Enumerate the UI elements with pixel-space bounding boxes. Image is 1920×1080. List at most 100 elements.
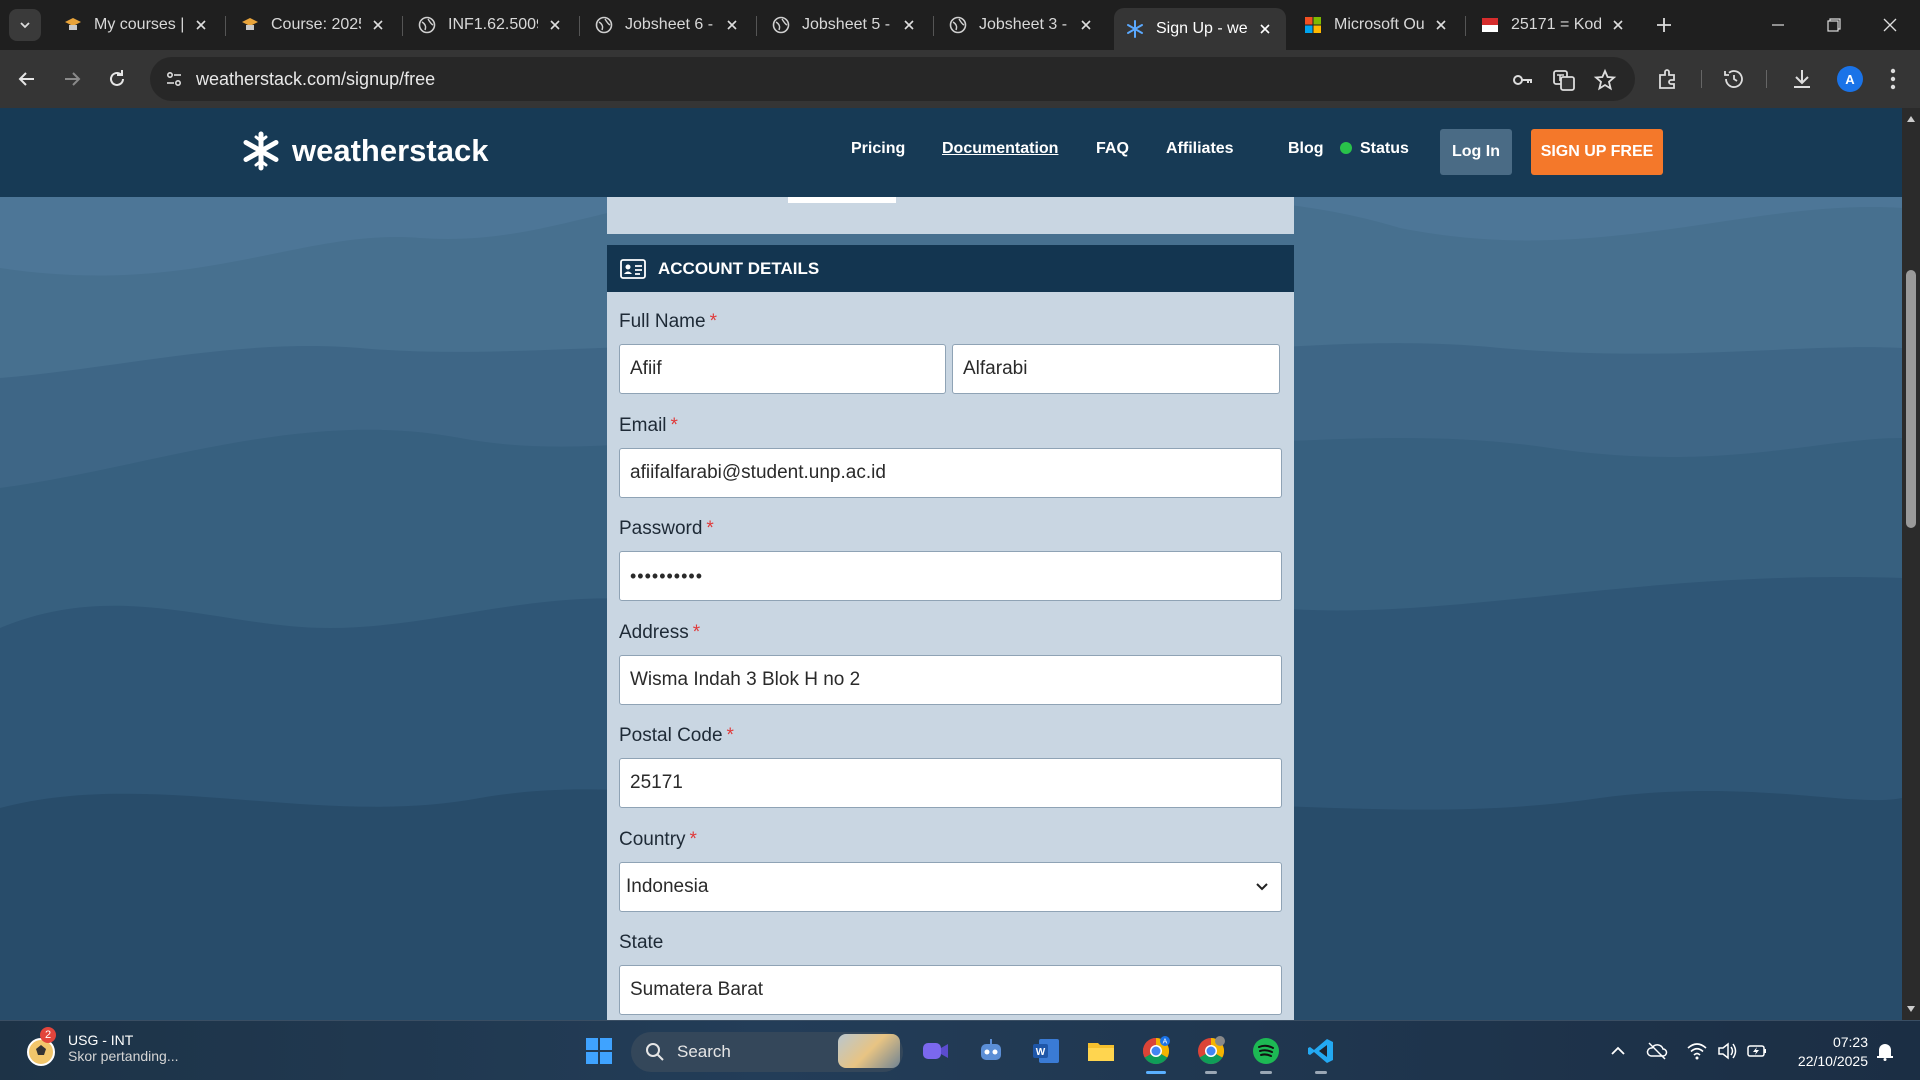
site-header: weatherstack Pricing Documentation FAQ A…	[0, 108, 1902, 197]
taskbar-app-chrome-profile-2[interactable]	[1191, 1031, 1231, 1074]
restore-button[interactable]	[1806, 0, 1862, 50]
signup-free-button[interactable]: SIGN UP FREE	[1531, 129, 1663, 175]
taskbar-app-copilot[interactable]	[971, 1031, 1011, 1071]
new-tab-button[interactable]	[1652, 13, 1676, 37]
close-window-button[interactable]	[1862, 0, 1918, 50]
search-highlight-image	[838, 1034, 900, 1068]
email-input[interactable]: afiifalfarabi@student.unp.ac.id	[619, 448, 1282, 498]
widget-title: USG - INT	[68, 1032, 134, 1048]
nav-affiliates[interactable]: Affiliates	[1166, 140, 1234, 158]
microsoft-icon	[1304, 16, 1322, 34]
snowflake-logo-icon	[243, 131, 279, 171]
browser-tab-jobsheet-5[interactable]: Jobsheet 5 - V	[760, 6, 930, 44]
taskbar-app-word[interactable]: W	[1026, 1031, 1066, 1071]
weatherstack-logo[interactable]: weatherstack	[240, 130, 488, 172]
scroll-up-icon[interactable]	[1906, 114, 1916, 124]
bookmark-star-icon[interactable]	[1593, 68, 1617, 92]
close-icon[interactable]	[369, 16, 387, 34]
news-widget[interactable]: 2 USG - INT Skor pertanding...	[24, 1027, 179, 1066]
nav-blog[interactable]: Blog	[1288, 140, 1324, 158]
nav-status[interactable]: Status	[1340, 140, 1409, 158]
close-icon[interactable]	[723, 16, 741, 34]
browser-tab-postal-code[interactable]: 25171 = Kod	[1469, 6, 1639, 44]
back-arrow-icon	[18, 72, 34, 86]
moodle-hat-icon	[241, 16, 259, 34]
nav-faq[interactable]: FAQ	[1096, 140, 1129, 158]
taskbar-app-file-explorer[interactable]	[1081, 1031, 1121, 1071]
previous-section-card	[607, 197, 1294, 234]
reload-button[interactable]	[102, 64, 132, 94]
spotify-icon	[1253, 1038, 1279, 1064]
cloud-sync-off-icon[interactable]	[1646, 1040, 1668, 1062]
windows-taskbar: 2 USG - INT Skor pertanding... Search W …	[0, 1020, 1920, 1080]
video-chat-icon	[923, 1043, 948, 1059]
full-name-label: Full Name *	[619, 311, 717, 332]
nav-documentation[interactable]: Documentation	[942, 140, 1058, 158]
page-scrollbar[interactable]	[1902, 108, 1920, 1020]
search-icon	[646, 1043, 664, 1061]
wifi-icon[interactable]	[1686, 1040, 1708, 1062]
minimize-button[interactable]	[1750, 0, 1806, 50]
country-select[interactable]: Indonesia	[619, 862, 1282, 912]
svg-text:W: W	[1036, 1047, 1046, 1058]
browser-tab-inf[interactable]: INF1.62.5009	[406, 6, 576, 44]
taskbar-app-meet[interactable]	[915, 1031, 955, 1071]
password-label: Password *	[619, 518, 714, 539]
login-button[interactable]: Log In	[1440, 129, 1512, 175]
close-icon[interactable]	[1609, 16, 1627, 34]
battery-charging-icon[interactable]	[1746, 1040, 1768, 1062]
postal-code-label: Postal Code *	[619, 725, 734, 746]
country-label: Country *	[619, 829, 697, 850]
scrollbar-thumb[interactable]	[1906, 270, 1916, 528]
robot-icon	[981, 1039, 1001, 1060]
volume-icon[interactable]	[1716, 1040, 1738, 1062]
status-dot-icon	[1340, 142, 1352, 154]
back-button[interactable]	[12, 64, 42, 94]
taskbar-app-vscode[interactable]	[1301, 1031, 1341, 1074]
tab-search-button[interactable]	[9, 9, 41, 41]
close-icon[interactable]	[1077, 16, 1095, 34]
state-input[interactable]: Sumatera Barat	[619, 965, 1282, 1015]
chevron-down-icon	[1256, 883, 1268, 891]
password-input[interactable]: ••••••••••	[619, 551, 1282, 601]
postal-code-input[interactable]: 25171	[619, 758, 1282, 808]
nav-pricing[interactable]: Pricing	[851, 140, 905, 158]
browser-tab-microsoft[interactable]: Microsoft Ou	[1292, 6, 1462, 44]
word-icon: W	[1033, 1039, 1059, 1063]
extensions-icon[interactable]	[1654, 65, 1682, 93]
close-icon[interactable]	[1432, 16, 1450, 34]
close-icon	[1883, 18, 1897, 32]
forward-arrow-icon	[65, 72, 81, 86]
translate-icon[interactable]	[1552, 68, 1576, 92]
more-menu-icon[interactable]	[1879, 65, 1907, 93]
address-bar[interactable]: weatherstack.com/signup/free	[150, 57, 1635, 101]
close-icon[interactable]	[1256, 20, 1274, 38]
show-hidden-icons-chevron-icon[interactable]	[1607, 1040, 1629, 1062]
taskbar-app-chrome-active[interactable]: A	[1136, 1031, 1176, 1074]
last-name-input[interactable]: Alfarabi	[952, 344, 1280, 394]
site-settings-icon[interactable]	[164, 69, 184, 89]
browser-tab-jobsheet-3[interactable]: Jobsheet 3 - I	[937, 6, 1107, 44]
profile-avatar[interactable]: A	[1837, 66, 1863, 92]
browser-tab-my-courses[interactable]: My courses |	[52, 6, 222, 44]
close-icon[interactable]	[900, 16, 918, 34]
notification-bell-icon[interactable]	[1874, 1040, 1896, 1062]
browser-tab-jobsheet-6[interactable]: Jobsheet 6 - J	[583, 6, 753, 44]
close-icon[interactable]	[192, 16, 210, 34]
address-input[interactable]: Wisma Indah 3 Blok H no 2	[619, 655, 1282, 705]
browser-tab-signup-active[interactable]: Sign Up - wea	[1114, 8, 1286, 50]
forward-button[interactable]	[57, 64, 87, 94]
account-details-header: ACCOUNT DETAILS	[607, 245, 1294, 292]
first-name-input[interactable]: Afiif	[619, 344, 946, 394]
browser-tab-course[interactable]: Course: 2025	[229, 6, 399, 44]
close-icon[interactable]	[546, 16, 564, 34]
start-button[interactable]	[579, 1031, 619, 1071]
taskbar-app-spotify[interactable]	[1246, 1031, 1286, 1074]
search-label: Search	[677, 1042, 731, 1061]
history-icon[interactable]	[1720, 65, 1748, 93]
password-key-icon[interactable]	[1511, 68, 1535, 92]
system-clock[interactable]: 07:23 22/10/2025	[1780, 1033, 1868, 1071]
download-icon[interactable]	[1788, 65, 1816, 93]
scroll-down-icon[interactable]	[1906, 1004, 1916, 1014]
clock-date: 22/10/2025	[1797, 1053, 1868, 1069]
